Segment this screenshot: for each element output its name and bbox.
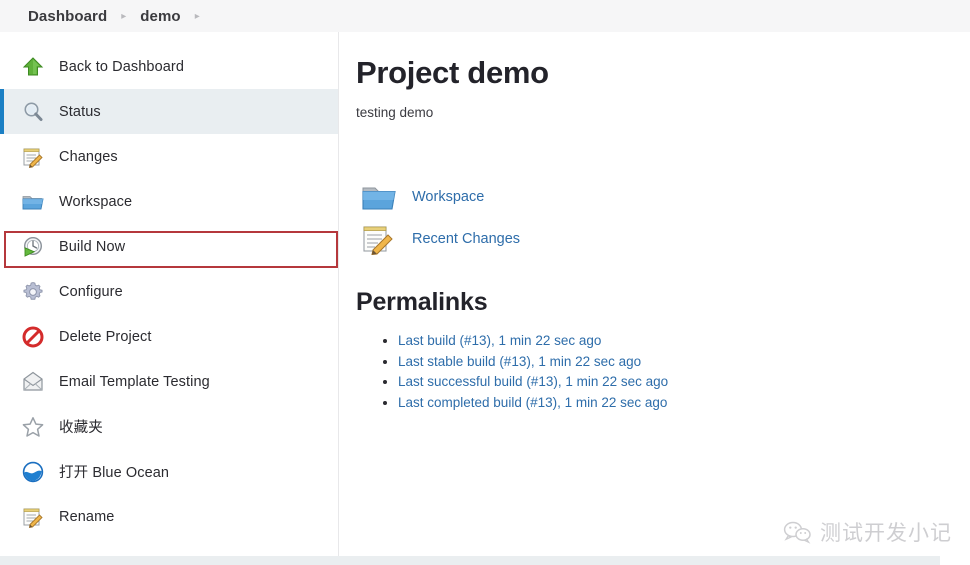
bottom-strip-corner	[940, 556, 970, 565]
sidebar-item-label: Changes	[59, 148, 118, 165]
sidebar-item-label: Workspace	[59, 193, 133, 210]
sidebar-item-status[interactable]: Status	[0, 89, 338, 134]
sidebar: Back to Dashboard Status Changes Workspa…	[0, 32, 339, 556]
list-item[interactable]: Last completed build (#13), 1 min 22 sec…	[398, 393, 970, 414]
sidebar-item-label: 收藏夹	[59, 420, 103, 436]
sidebar-item-label: Status	[59, 103, 101, 120]
link-workspace[interactable]: Workspace	[356, 176, 970, 218]
sidebar-item-workspace[interactable]: Workspace	[0, 179, 338, 224]
sidebar-item-changes[interactable]: Changes	[0, 134, 338, 179]
sidebar-item-configure[interactable]: Configure	[0, 269, 338, 314]
magnifier-icon	[20, 99, 46, 125]
sidebar-item-build-now[interactable]: Build Now	[0, 224, 338, 269]
folder-icon	[356, 179, 402, 215]
watermark-text: 测试开发小记	[820, 521, 952, 545]
sidebar-item-label: Email Template Testing	[59, 373, 210, 390]
breadcrumb-item-demo[interactable]: demo	[140, 8, 180, 25]
list-item[interactable]: Last successful build (#13), 1 min 22 se…	[398, 372, 970, 393]
watermark: 测试开发小记	[783, 517, 952, 547]
breadcrumb-item-dashboard[interactable]: Dashboard	[28, 8, 107, 25]
notepad-pencil-icon	[20, 144, 46, 170]
star-outline-icon	[20, 414, 46, 440]
sidebar-item-back-to-dashboard[interactable]: Back to Dashboard	[0, 44, 338, 89]
permalinks-heading: Permalinks	[356, 288, 488, 317]
folder-icon	[20, 189, 46, 215]
chevron-right-icon-2[interactable]: ▸	[195, 12, 200, 22]
sidebar-item-label: Rename	[59, 508, 115, 525]
list-item[interactable]: Last build (#13), 1 min 22 sec ago	[398, 331, 970, 352]
envelope-icon	[20, 369, 46, 395]
green-up-arrow-icon	[20, 54, 46, 80]
sidebar-item-email-template-testing[interactable]: Email Template Testing	[0, 359, 338, 404]
bottom-strip	[0, 556, 970, 565]
list-item[interactable]: Last stable build (#13), 1 min 22 sec ag…	[398, 352, 970, 373]
sidebar-item-label: Build Now	[59, 238, 126, 255]
sidebar-item-label: Back to Dashboard	[59, 58, 185, 75]
gear-icon	[20, 279, 46, 305]
sidebar-item-label: 打开 Blue Ocean	[59, 465, 170, 481]
link-recent-changes[interactable]: Recent Changes	[356, 218, 970, 260]
sidebar-item-delete-project[interactable]: Delete Project	[0, 314, 338, 359]
sidebar-item-rename[interactable]: Rename	[0, 494, 338, 539]
breadcrumb-bar: Dashboard ▸ demo ▸	[0, 0, 970, 32]
link-label: Recent Changes	[412, 231, 521, 248]
notepad-pencil-icon	[20, 504, 46, 530]
sidebar-item-favorites[interactable]: 收藏夹	[0, 404, 338, 449]
clock-play-icon	[20, 234, 46, 260]
notepad-pencil-icon	[356, 221, 402, 257]
main-content: Project demo testing demo Workspace Rece…	[340, 32, 970, 565]
blue-ocean-icon	[20, 459, 46, 485]
permalinks-list: Last build (#13), 1 min 22 sec ago Last …	[356, 331, 970, 413]
sidebar-item-open-blue-ocean[interactable]: 打开 Blue Ocean	[0, 449, 338, 494]
link-label: Workspace	[412, 189, 485, 206]
page-title: Project demo	[356, 55, 549, 90]
sidebar-item-label: Configure	[59, 283, 123, 300]
no-entry-icon	[20, 324, 46, 350]
project-links: Workspace Recent Changes	[356, 176, 970, 260]
sidebar-item-label: Delete Project	[59, 328, 152, 345]
wechat-icon	[783, 520, 813, 544]
jenkins-project-page: Dashboard ▸ demo ▸ Back to Dashboard Sta…	[0, 0, 970, 565]
page-description: testing demo	[356, 105, 434, 121]
chevron-right-icon: ▸	[121, 11, 127, 22]
